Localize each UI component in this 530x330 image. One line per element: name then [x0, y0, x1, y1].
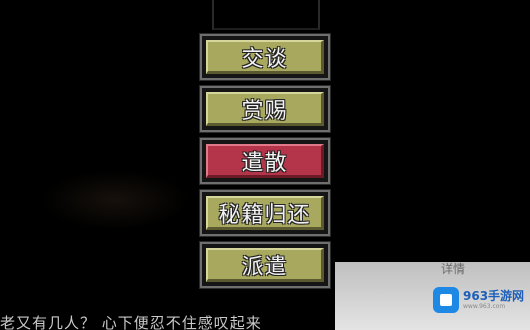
menu-button-return-manual[interactable]: 秘籍归还 [199, 189, 331, 237]
menu-button-dispatch[interactable]: 派遣 [199, 241, 331, 289]
menu-button-reward[interactable]: 赏赐 [199, 85, 331, 133]
dialogue-text: 老又有几人？ 心下便忍不住感叹起来 [0, 314, 262, 330]
watermark-logo: 963手游网 www.963.com [433, 281, 528, 319]
menu-button-return-manual-label: 秘籍归还 [206, 196, 324, 230]
menu-button-dismiss-label: 遣散 [206, 144, 324, 178]
watermark-url: www.963.com [463, 303, 506, 310]
info-panel-label[interactable]: 详情 [441, 260, 465, 277]
menu-button-dispatch-label: 派遣 [206, 248, 324, 282]
menu-button-talk[interactable]: 交谈 [199, 33, 331, 81]
background-shadow [40, 170, 190, 230]
watermark-logo-icon [433, 287, 459, 313]
menu-button-talk-label: 交谈 [206, 40, 324, 74]
menu-button-dismiss[interactable]: 遣散 [199, 137, 331, 185]
menu-button-reward-label: 赏赐 [206, 92, 324, 126]
watermark-name: 963手游网 [463, 289, 525, 303]
top-frame [212, 0, 320, 30]
